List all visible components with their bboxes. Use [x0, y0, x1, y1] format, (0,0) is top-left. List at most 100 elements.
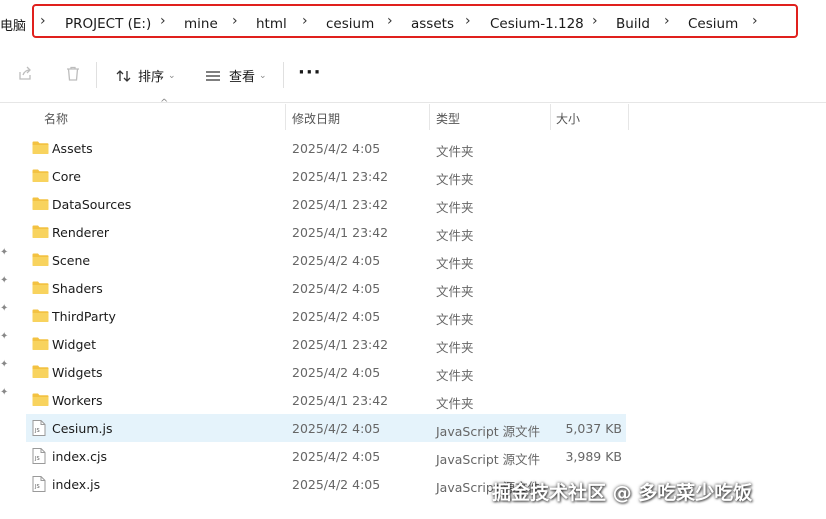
folder-icon	[32, 280, 49, 299]
pin-icon[interactable]: ✦	[0, 359, 8, 370]
column-header-type[interactable]: 类型	[436, 110, 460, 132]
file-row[interactable]: Assets 2025/4/2 4:05 文件夹	[26, 134, 626, 162]
root-location-label[interactable]: 电脑	[0, 15, 26, 34]
folder-icon	[32, 196, 49, 215]
file-row[interactable]: DataSources 2025/4/1 23:42 文件夹	[26, 190, 626, 218]
file-type: JavaScript 源文件	[436, 424, 541, 439]
file-size: 5,037 KB	[565, 421, 622, 436]
file-row[interactable]: Widgets 2025/4/2 4:05 文件夹	[26, 358, 626, 386]
file-modified-date: 2025/4/2 4:05	[292, 421, 381, 436]
file-name: Renderer	[52, 225, 110, 240]
pin-icon[interactable]: ✦	[0, 275, 8, 286]
folder-icon	[32, 168, 49, 187]
file-row[interactable]: Widget 2025/4/1 23:42 文件夹	[26, 330, 626, 358]
file-type: JavaScript 源文件	[436, 452, 541, 467]
pin-icon[interactable]: ✦	[0, 331, 8, 342]
trash-icon[interactable]	[65, 66, 81, 86]
file-name: Scene	[52, 253, 91, 268]
file-size: 3,989 KB	[565, 449, 622, 464]
file-modified-date: 2025/4/2 4:05	[292, 281, 381, 296]
file-name: Widget	[52, 337, 97, 352]
breadcrumb-cesium-version[interactable]: Cesium-1.128	[490, 16, 584, 32]
more-options-button[interactable]: ···	[298, 62, 322, 83]
pin-icon[interactable]: ✦	[0, 303, 8, 314]
address-bar-area: 电脑 › PROJECT (E:) › mine › html › cesium…	[0, 0, 826, 46]
column-divider[interactable]	[628, 104, 629, 130]
command-toolbar: 排序 ⌄ 查看 ⌄ ···	[0, 46, 826, 103]
file-row[interactable]: JS index.cjs 2025/4/2 4:05 JavaScript 源文件 3,…	[26, 442, 626, 470]
file-modified-date: 2025/4/2 4:05	[292, 141, 381, 156]
file-modified-date: 2025/4/1 23:42	[292, 225, 389, 240]
column-header-date[interactable]: 修改日期	[292, 110, 340, 132]
chevron-right-icon[interactable]: ›	[232, 13, 238, 29]
column-divider[interactable]	[429, 104, 430, 130]
chevron-right-icon[interactable]: ›	[302, 13, 308, 29]
breadcrumb-build[interactable]: Build	[616, 16, 650, 32]
js-file-icon: JS	[32, 448, 46, 468]
sort-arrows-icon	[116, 69, 131, 82]
chevron-right-icon[interactable]: ›	[664, 13, 670, 29]
column-divider[interactable]	[550, 104, 551, 130]
chevron-right-icon[interactable]: ›	[387, 13, 393, 29]
file-type: 文件夹	[436, 256, 474, 271]
file-type: 文件夹	[436, 396, 474, 411]
chevron-right-icon[interactable]: ›	[465, 13, 471, 29]
share-icon[interactable]	[17, 66, 33, 86]
view-label: 查看	[229, 70, 256, 85]
svg-text:JS: JS	[34, 456, 40, 462]
breadcrumb-project-drive[interactable]: PROJECT (E:)	[65, 16, 151, 32]
file-row[interactable]: Workers 2025/4/1 23:42 文件夹	[26, 386, 626, 414]
file-row[interactable]: JS Cesium.js 2025/4/2 4:05 JavaScript 源文件 5,…	[26, 414, 626, 442]
file-type: 文件夹	[436, 340, 474, 355]
sort-label: 排序	[138, 70, 165, 85]
folder-icon	[32, 308, 49, 327]
column-divider[interactable]	[285, 104, 286, 130]
file-row[interactable]: Shaders 2025/4/2 4:05 文件夹	[26, 274, 626, 302]
breadcrumb-html[interactable]: html	[256, 16, 287, 32]
file-type: 文件夹	[436, 312, 474, 327]
pin-icon[interactable]: ✦	[0, 247, 8, 258]
file-name: index.cjs	[52, 449, 108, 464]
folder-icon	[32, 252, 49, 271]
svg-text:JS: JS	[34, 428, 40, 434]
view-button[interactable]: 查看 ⌄	[205, 66, 267, 85]
file-row[interactable]: ThirdParty 2025/4/2 4:05 文件夹	[26, 302, 626, 330]
file-modified-date: 2025/4/2 4:05	[292, 365, 381, 380]
sort-button[interactable]: 排序 ⌄	[116, 66, 176, 85]
breadcrumb-mine[interactable]: mine	[184, 16, 218, 32]
column-header-name[interactable]: 名称	[44, 110, 68, 132]
file-modified-date: 2025/4/2 4:05	[292, 309, 381, 324]
file-type: 文件夹	[436, 284, 474, 299]
js-file-icon: JS	[32, 476, 46, 496]
svg-text:JS: JS	[34, 484, 40, 490]
sort-ascending-indicator-icon: ^	[160, 98, 169, 109]
file-modified-date: 2025/4/1 23:42	[292, 197, 389, 212]
chevron-down-icon: ⌄	[259, 70, 267, 81]
chevron-right-icon[interactable]: ›	[592, 13, 598, 29]
folder-icon	[32, 336, 49, 355]
file-type: 文件夹	[436, 144, 474, 159]
file-name: Shaders	[52, 281, 103, 296]
folder-icon	[32, 392, 49, 411]
file-name: index.js	[52, 477, 101, 492]
file-modified-date: 2025/4/2 4:05	[292, 253, 381, 268]
file-name: Widgets	[52, 365, 103, 380]
file-name: Cesium.js	[52, 421, 113, 436]
breadcrumb-cesium-current[interactable]: Cesium	[688, 16, 738, 32]
file-name: Workers	[52, 393, 103, 408]
column-header-size[interactable]: 大小	[556, 110, 580, 132]
file-row[interactable]: Core 2025/4/1 23:42 文件夹	[26, 162, 626, 190]
pin-icon[interactable]: ✦	[0, 387, 8, 398]
breadcrumb-assets[interactable]: assets	[411, 16, 454, 32]
file-modified-date: 2025/4/2 4:05	[292, 449, 381, 464]
file-type: 文件夹	[436, 200, 474, 215]
file-row[interactable]: Scene 2025/4/2 4:05 文件夹	[26, 246, 626, 274]
file-modified-date: 2025/4/1 23:42	[292, 337, 389, 352]
breadcrumb-cesium[interactable]: cesium	[326, 16, 374, 32]
file-row[interactable]: Renderer 2025/4/1 23:42 文件夹	[26, 218, 626, 246]
file-modified-date: 2025/4/1 23:42	[292, 169, 389, 184]
chevron-right-icon[interactable]: ›	[160, 13, 166, 29]
chevron-right-icon[interactable]: ›	[40, 13, 46, 29]
chevron-right-icon[interactable]: ›	[752, 13, 758, 29]
folder-icon	[32, 364, 49, 383]
